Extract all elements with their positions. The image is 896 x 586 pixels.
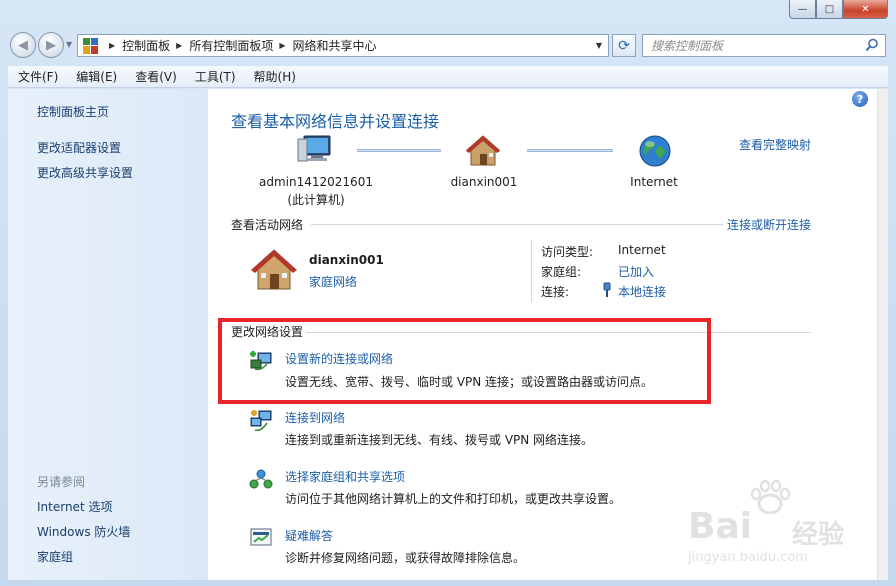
breadcrumb-all-items[interactable]: 所有控制面板项 — [189, 37, 273, 54]
homegroup-label: 家庭组: — [541, 265, 582, 279]
globe-icon — [639, 135, 671, 167]
troubleshoot-description: 诊断并修复网络问题，或获得故障排除信息。 — [285, 551, 526, 565]
search-placeholder: 搜索控制面板 — [651, 39, 724, 53]
refresh-icon: ⟳ — [618, 37, 630, 54]
control-panel-icon — [83, 37, 99, 54]
connections-label: 连接: — [541, 285, 570, 299]
menu-edit[interactable]: 编辑(E) — [76, 68, 117, 85]
breadcrumb-chevron-icon[interactable]: ▶ — [279, 41, 285, 50]
vertical-divider — [531, 240, 532, 302]
connect-to-network-link[interactable]: 连接到网络 — [285, 409, 345, 426]
address-bar[interactable]: ▶ 控制面板 ▶ 所有控制面板项 ▶ 网络和共享中心 ▼ — [77, 34, 609, 57]
back-button[interactable]: ◀ — [10, 32, 36, 58]
connector-line — [527, 149, 613, 152]
baidu-watermark: Bai 经验 jingyan.baidu.com — [688, 480, 858, 570]
annotation-highlight-box — [218, 318, 711, 404]
sidebar: 控制面板主页 更改适配器设置 更改高级共享设置 另请参阅 Internet 选项… — [8, 89, 208, 580]
homegroup-joined-link[interactable]: 已加入 — [618, 263, 654, 280]
active-networks-heading: 查看活动网络 — [231, 218, 304, 232]
homegroup-sharing-link[interactable]: 选择家庭组和共享选项 — [285, 468, 405, 485]
scrollbar[interactable] — [877, 89, 888, 580]
access-type-label: 访问类型: — [541, 245, 594, 259]
home-network-large-icon — [251, 249, 297, 290]
sidebar-link-homegroup[interactable]: 家庭组 — [37, 548, 73, 565]
full-map-link[interactable]: 查看完整映射 — [739, 136, 811, 153]
back-arrow-icon: ◀ — [18, 37, 28, 53]
maximize-button[interactable]: □ — [816, 0, 843, 19]
forward-arrow-icon: ▶ — [46, 37, 56, 53]
address-dropdown-icon[interactable]: ▼ — [596, 41, 602, 50]
navigation-bar: ◀ ▶ ▼ ▶ 控制面板 ▶ 所有控制面板项 ▶ 网络和共享中心 ▼ ⟳ 搜索控… — [0, 30, 896, 62]
homegroup-icon — [249, 469, 273, 489]
computer-name: admin1412021601 — [259, 175, 373, 189]
breadcrumb-chevron-icon[interactable]: ▶ — [109, 41, 115, 50]
connect-network-icon — [250, 410, 272, 432]
local-connection-link[interactable]: 本地连接 — [618, 283, 666, 300]
search-icon[interactable] — [865, 38, 879, 52]
sidebar-link-home[interactable]: 控制面板主页 — [37, 103, 109, 120]
minimize-button[interactable]: — — [789, 0, 816, 19]
watermark-brand-suffix: 经验 — [792, 520, 845, 550]
help-icon[interactable]: ? — [852, 91, 868, 107]
troubleshoot-icon — [250, 528, 272, 546]
section-divider — [311, 224, 723, 225]
home-network-icon — [465, 135, 501, 166]
watermark-url: jingyan.baidu.com — [688, 550, 808, 565]
sidebar-link-firewall[interactable]: Windows 防火墙 — [37, 523, 130, 540]
computer-subtitle: (此计算机) — [287, 193, 345, 207]
connect-to-network-description: 连接到或重新连接到无线、有线、拨号或 VPN 网络连接。 — [285, 433, 594, 447]
sidebar-link-adapter-settings[interactable]: 更改适配器设置 — [37, 139, 121, 156]
breadcrumb-network-center[interactable]: 网络和共享中心 — [293, 37, 377, 54]
breadcrumb-control-panel[interactable]: 控制面板 — [122, 37, 170, 54]
computer-icon — [297, 135, 331, 162]
see-also-heading: 另请参阅 — [37, 475, 86, 489]
connect-disconnect-link[interactable]: 连接或断开连接 — [727, 216, 811, 233]
watermark-brand: Bai — [688, 506, 753, 547]
menu-tools[interactable]: 工具(T) — [195, 68, 236, 85]
recent-pages-dropdown-icon[interactable]: ▼ — [66, 40, 72, 49]
menu-help[interactable]: 帮助(H) — [254, 68, 296, 85]
breadcrumb-chevron-icon[interactable]: ▶ — [176, 41, 182, 50]
access-type-value: Internet — [618, 243, 666, 257]
page-title: 查看基本网络信息并设置连接 — [231, 112, 440, 131]
paw-logo-icon — [750, 480, 791, 514]
connector-line — [357, 149, 441, 152]
close-button[interactable]: ✕ — [843, 0, 888, 19]
ethernet-icon — [603, 282, 611, 297]
window-controls: — □ ✕ — [789, 0, 888, 20]
map-network-name: dianxin001 — [450, 175, 518, 189]
search-input[interactable]: 搜索控制面板 — [642, 34, 886, 57]
network-type-link[interactable]: 家庭网络 — [309, 273, 357, 290]
sidebar-link-advanced-sharing[interactable]: 更改高级共享设置 — [37, 164, 133, 181]
menu-bar: 文件(F) 编辑(E) 查看(V) 工具(T) 帮助(H) — [8, 66, 888, 88]
sidebar-link-internet-options[interactable]: Internet 选项 — [37, 498, 112, 515]
forward-button[interactable]: ▶ — [38, 32, 64, 58]
refresh-button[interactable]: ⟳ — [612, 34, 636, 57]
menu-view[interactable]: 查看(V) — [135, 68, 177, 85]
homegroup-sharing-description: 访问位于其他网络计算机上的文件和打印机，或更改共享设置。 — [285, 492, 622, 506]
map-internet-label: Internet — [630, 175, 678, 189]
troubleshoot-link[interactable]: 疑难解答 — [285, 527, 333, 544]
active-network-name: dianxin001 — [309, 253, 384, 267]
menu-file[interactable]: 文件(F) — [18, 68, 58, 85]
